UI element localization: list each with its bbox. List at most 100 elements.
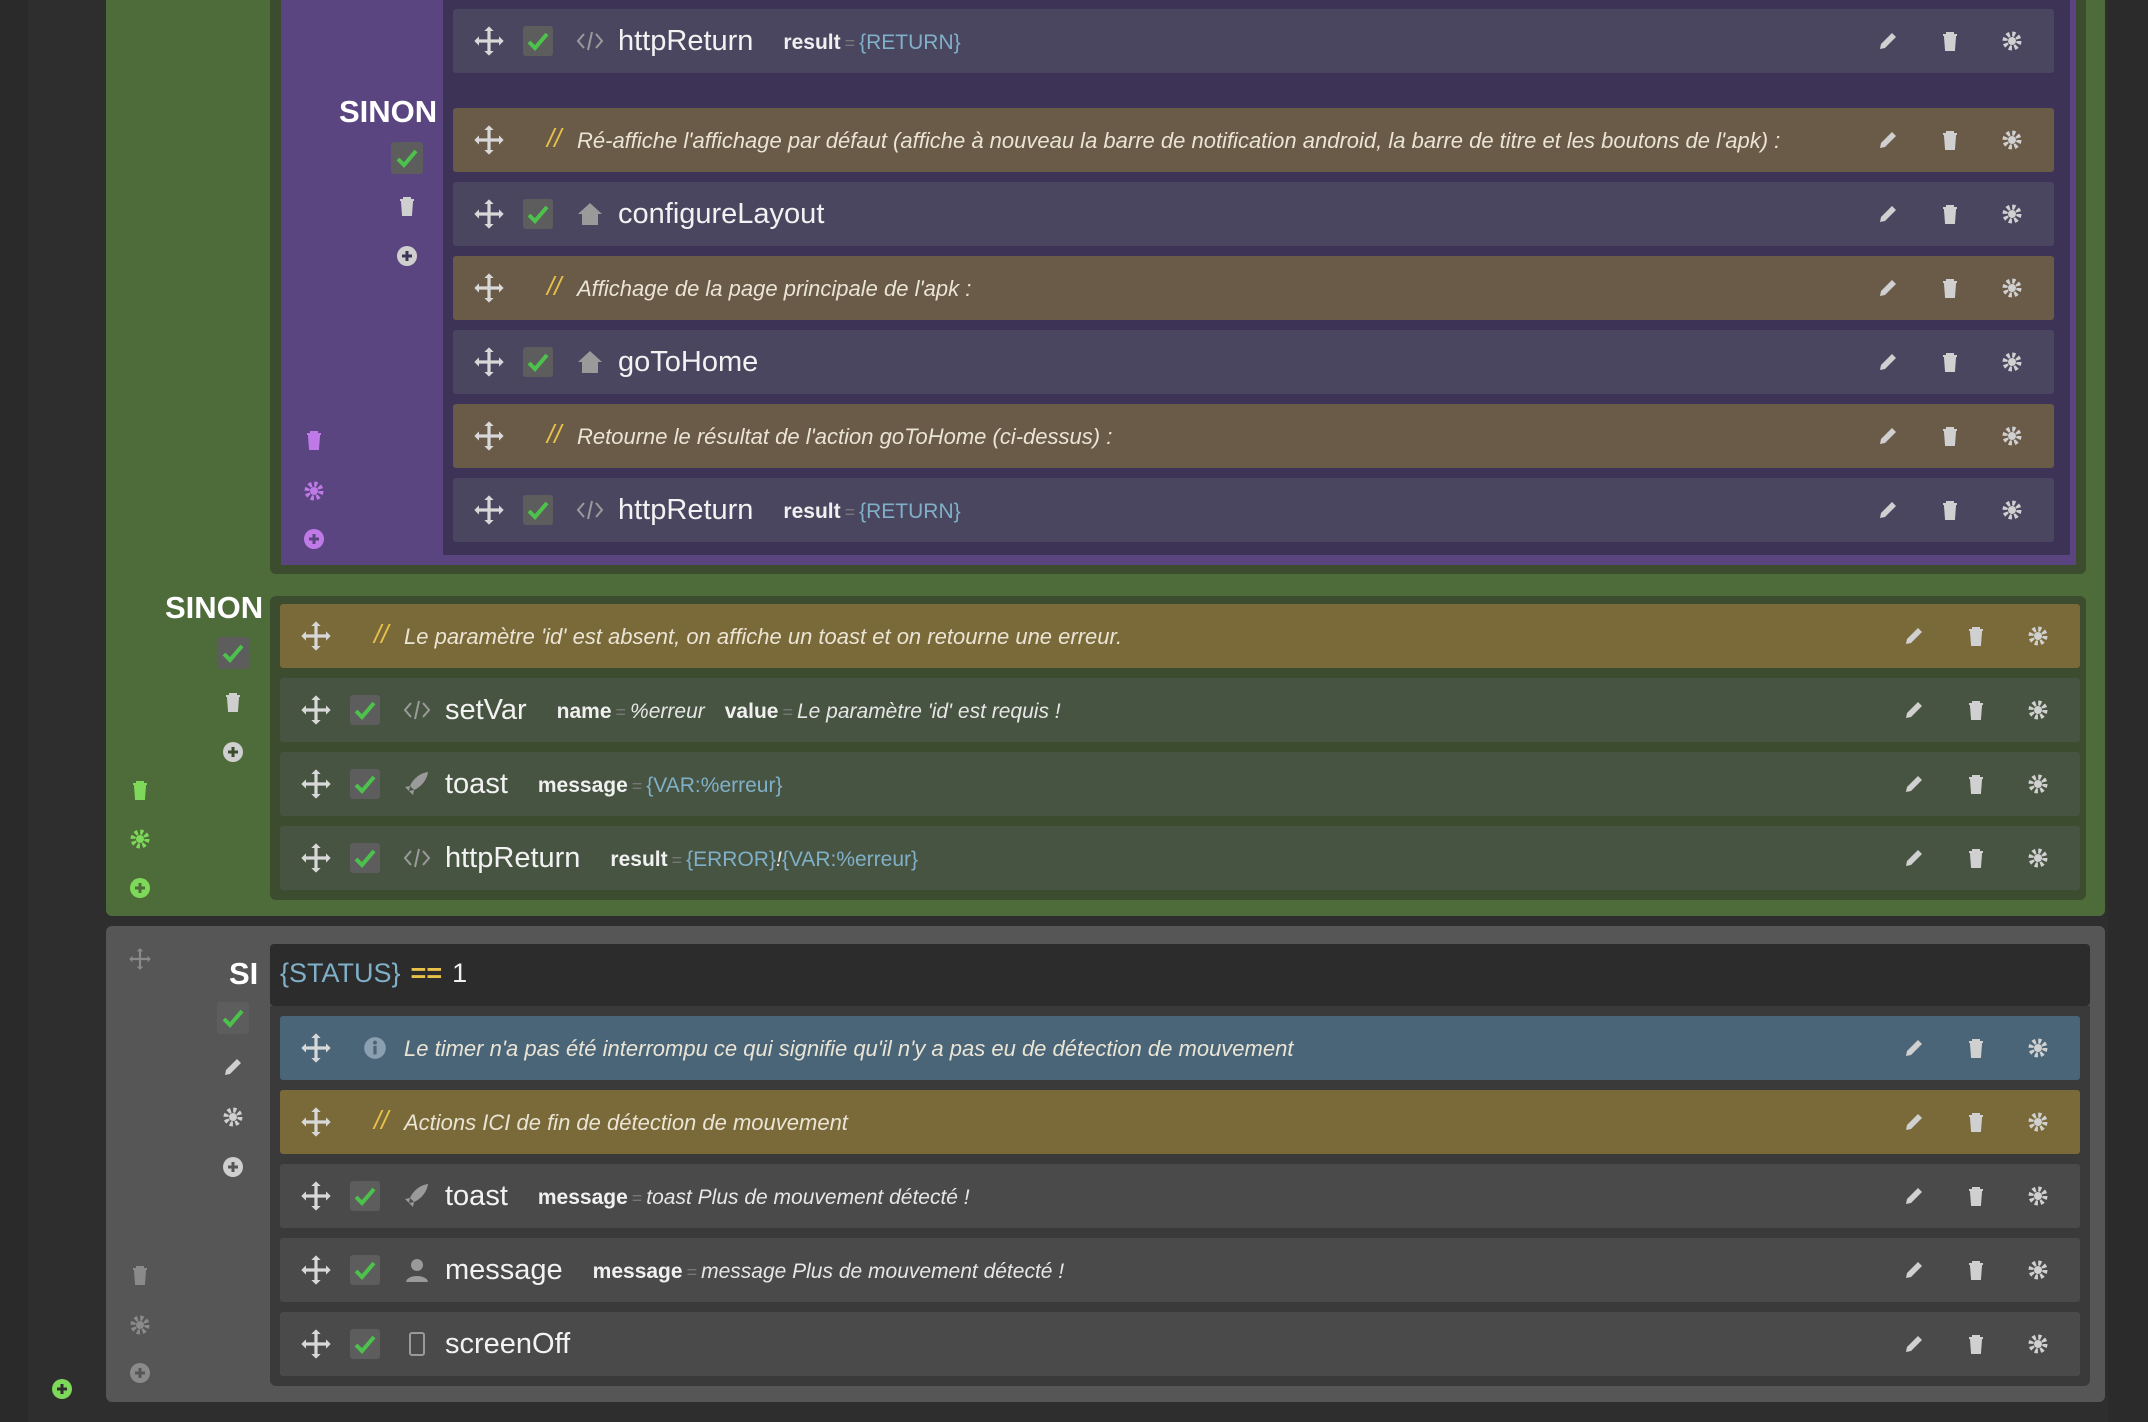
- move-icon[interactable]: [300, 620, 332, 652]
- pencil-icon[interactable]: [1902, 698, 1926, 722]
- gear-icon[interactable]: [2000, 128, 2024, 152]
- trash-icon[interactable]: [1938, 29, 1962, 53]
- add-circle-icon[interactable]: [302, 527, 326, 551]
- action-row[interactable]: toast message = toast Plus de mouvement dét…: [280, 1164, 2080, 1228]
- add-circle-icon[interactable]: [128, 1361, 152, 1385]
- trash-icon[interactable]: [1964, 846, 1988, 870]
- move-icon[interactable]: [127, 946, 151, 970]
- gear-icon[interactable]: [302, 479, 326, 503]
- add-circle-icon[interactable]: [395, 244, 419, 268]
- action-row[interactable]: httpReturn result = {RETURN}: [453, 478, 2054, 542]
- action-row[interactable]: goToHome: [453, 330, 2054, 394]
- move-icon[interactable]: [300, 1180, 332, 1212]
- enabled-checkbox[interactable]: [350, 695, 380, 725]
- action-row[interactable]: toast message = {VAR:%erreur}: [280, 752, 2080, 816]
- pencil-icon[interactable]: [1876, 29, 1900, 53]
- info-row[interactable]: Le timer n'a pas été interrompu ce qui s…: [280, 1016, 2080, 1080]
- move-icon[interactable]: [473, 272, 505, 304]
- add-circle-icon[interactable]: [221, 740, 245, 764]
- move-icon[interactable]: [300, 1254, 332, 1286]
- pencil-icon[interactable]: [1876, 128, 1900, 152]
- pencil-icon[interactable]: [1876, 350, 1900, 374]
- trash-icon[interactable]: [1964, 1110, 1988, 1134]
- enabled-checkbox[interactable]: [350, 1181, 380, 1211]
- gear-icon[interactable]: [2026, 624, 2050, 648]
- comment-row[interactable]: // Actions ICI de fin de détection de mou…: [280, 1090, 2080, 1154]
- pencil-icon[interactable]: [1902, 1110, 1926, 1134]
- gear-icon[interactable]: [2026, 1332, 2050, 1356]
- gear-icon[interactable]: [2000, 276, 2024, 300]
- move-icon[interactable]: [300, 842, 332, 874]
- pencil-icon[interactable]: [1902, 772, 1926, 796]
- gear-icon[interactable]: [2026, 1036, 2050, 1060]
- trash-icon[interactable]: [1964, 1332, 1988, 1356]
- gear-icon[interactable]: [221, 1105, 245, 1129]
- gear-icon[interactable]: [2026, 1110, 2050, 1134]
- comment-row[interactable]: // Affichage de la page principale de l'a…: [453, 256, 2054, 320]
- else-enabled-checkbox[interactable]: [391, 142, 423, 174]
- move-icon[interactable]: [300, 1106, 332, 1138]
- pencil-icon[interactable]: [1902, 1036, 1926, 1060]
- gear-icon[interactable]: [2026, 1184, 2050, 1208]
- enabled-checkbox[interactable]: [350, 1329, 380, 1359]
- enabled-checkbox[interactable]: [350, 769, 380, 799]
- gear-icon[interactable]: [2000, 498, 2024, 522]
- trash-icon[interactable]: [1964, 624, 1988, 648]
- gear-icon[interactable]: [2026, 1258, 2050, 1282]
- action-row[interactable]: setVar name = %erreur value = Le paramètre 'id…: [280, 678, 2080, 742]
- comment-row[interactable]: // Le paramètre 'id' est absent, on affic…: [280, 604, 2080, 668]
- trash-icon[interactable]: [1964, 772, 1988, 796]
- if-enabled-checkbox[interactable]: [217, 1002, 249, 1034]
- move-icon[interactable]: [300, 1328, 332, 1360]
- pencil-icon[interactable]: [1902, 624, 1926, 648]
- gear-icon[interactable]: [2000, 29, 2024, 53]
- else-enabled-checkbox[interactable]: [217, 637, 249, 669]
- trash-icon[interactable]: [221, 690, 245, 714]
- pencil-icon[interactable]: [221, 1055, 245, 1079]
- trash-icon[interactable]: [1964, 1036, 1988, 1060]
- action-row[interactable]: screenOff: [280, 1312, 2080, 1376]
- trash-icon[interactable]: [1938, 424, 1962, 448]
- add-circle-icon[interactable]: [50, 1377, 74, 1401]
- trash-icon[interactable]: [395, 194, 419, 218]
- pencil-icon[interactable]: [1902, 1332, 1926, 1356]
- trash-icon[interactable]: [1938, 202, 1962, 226]
- trash-icon[interactable]: [1964, 698, 1988, 722]
- move-icon[interactable]: [300, 694, 332, 726]
- if-condition[interactable]: {STATUS} == 1: [280, 958, 467, 989]
- move-icon[interactable]: [473, 124, 505, 156]
- action-row[interactable]: configureLayout: [453, 182, 2054, 246]
- pencil-icon[interactable]: [1876, 276, 1900, 300]
- gear-icon[interactable]: [128, 1313, 152, 1337]
- add-circle-icon[interactable]: [128, 876, 152, 900]
- pencil-icon[interactable]: [1876, 202, 1900, 226]
- action-row[interactable]: httpReturn result = {RETURN}: [453, 9, 2054, 73]
- trash-icon[interactable]: [128, 1263, 152, 1287]
- trash-icon[interactable]: [302, 428, 326, 452]
- enabled-checkbox[interactable]: [350, 1255, 380, 1285]
- gear-icon[interactable]: [2026, 698, 2050, 722]
- gear-icon[interactable]: [2026, 772, 2050, 796]
- enabled-checkbox[interactable]: [350, 843, 380, 873]
- trash-icon[interactable]: [1938, 498, 1962, 522]
- move-icon[interactable]: [473, 346, 505, 378]
- gear-icon[interactable]: [2000, 424, 2024, 448]
- move-icon[interactable]: [300, 1032, 332, 1064]
- enabled-checkbox[interactable]: [523, 199, 553, 229]
- trash-icon[interactable]: [1964, 1184, 1988, 1208]
- move-icon[interactable]: [300, 768, 332, 800]
- gear-icon[interactable]: [128, 827, 152, 851]
- trash-icon[interactable]: [1938, 128, 1962, 152]
- gear-icon[interactable]: [2000, 202, 2024, 226]
- trash-icon[interactable]: [128, 778, 152, 802]
- move-icon[interactable]: [473, 25, 505, 57]
- add-circle-icon[interactable]: [221, 1155, 245, 1179]
- comment-row[interactable]: // Retourne le résultat de l'action goToH…: [453, 404, 2054, 468]
- trash-icon[interactable]: [1938, 276, 1962, 300]
- action-row[interactable]: httpReturn result = {ERROR}! {VAR:%erreur}: [280, 826, 2080, 890]
- pencil-icon[interactable]: [1876, 424, 1900, 448]
- enabled-checkbox[interactable]: [523, 495, 553, 525]
- comment-row[interactable]: // Ré-affiche l'affichage par défaut (aff…: [453, 108, 2054, 172]
- gear-icon[interactable]: [2026, 846, 2050, 870]
- pencil-icon[interactable]: [1902, 846, 1926, 870]
